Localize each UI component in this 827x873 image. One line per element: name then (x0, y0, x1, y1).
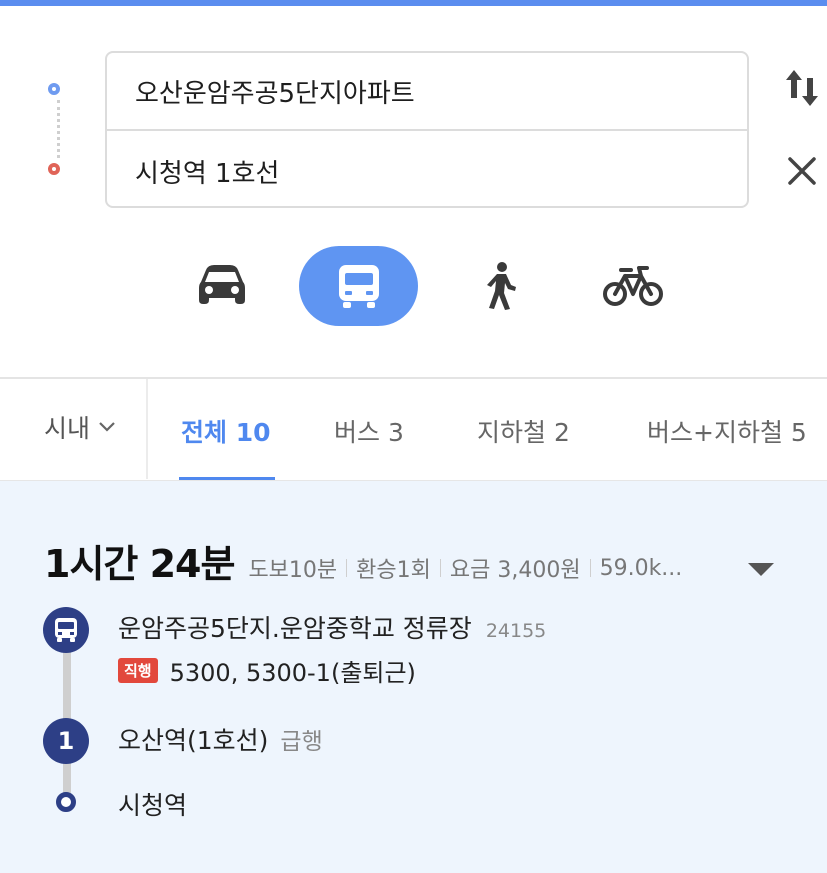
clear-button[interactable] (786, 155, 818, 187)
bus-stop-id: 24155 (485, 620, 547, 642)
top-accent-bar (0, 0, 827, 6)
mode-bus-button[interactable] (299, 246, 418, 326)
origin-input[interactable]: 오산운암주공5단지아파트 (107, 53, 747, 131)
meta-divider (346, 559, 348, 577)
close-icon (788, 157, 816, 185)
tab-subway[interactable]: 지하철 2 (477, 413, 570, 449)
bus-step-icon (43, 607, 89, 653)
chevron-down-icon (99, 422, 115, 432)
swap-button[interactable] (784, 66, 820, 110)
fare: 요금 3,400원 (449, 558, 581, 583)
distance: 59.0k... (599, 555, 683, 581)
route-summary: 1시간 24분 도보10분 환승1회 요금 3,400원 59.0k... (44, 533, 682, 588)
mode-walk-button[interactable] (460, 246, 540, 326)
meta-divider (589, 559, 591, 577)
bicycle-icon (603, 266, 663, 306)
route-inputs: 오산운암주공5단지아파트 시청역 1호선 (105, 51, 749, 208)
route-connector-line (57, 100, 60, 158)
train-station-name: 오산역(1호선) (118, 726, 269, 755)
route-result-card[interactable]: 1시간 24분 도보10분 환승1회 요금 3,400원 59.0k... 운암… (0, 481, 827, 873)
mode-bike-button[interactable] (590, 246, 676, 326)
bus-icon (338, 265, 379, 308)
walk-time: 도보10분 (248, 558, 338, 583)
tab-all[interactable]: 전체 10 (181, 413, 271, 449)
region-dropdown[interactable]: 시내 (44, 409, 116, 445)
bus-stop-name: 운암주공5단지.운암중학교 정류장 (118, 614, 472, 643)
train-type: 급행 (280, 729, 323, 755)
swap-arrows-icon (786, 70, 818, 106)
tabs-separator (146, 379, 148, 479)
arrival-station: 시청역 (118, 791, 188, 820)
bus-lines: 직행 5300, 5300-1(출퇴근) (118, 653, 416, 688)
route-meta: 도보10분 환승1회 요금 3,400원 59.0k... (248, 552, 682, 584)
tab-bus-subway[interactable]: 버스+지하철 5 (647, 413, 807, 449)
destination-input[interactable]: 시청역 1호선 (107, 132, 747, 210)
bus-stop: 운암주공5단지.운암중학교 정류장 24155 (118, 609, 546, 645)
origin-marker-icon (48, 83, 60, 95)
region-label: 시내 (44, 414, 91, 443)
car-icon (199, 265, 245, 304)
active-tab-indicator (179, 477, 275, 480)
expand-caret-icon[interactable] (748, 563, 774, 576)
bus-numbers: 5300, 5300-1(출퇴근) (169, 659, 416, 687)
train-station: 오산역(1호선) 급행 (118, 721, 323, 757)
destination-marker-icon (48, 163, 60, 175)
subway-line-badge: 1 (43, 718, 89, 764)
route-duration: 1시간 24분 (44, 542, 235, 586)
destination-step-icon (56, 792, 76, 812)
mode-car-button[interactable] (182, 246, 262, 326)
express-badge: 직행 (118, 658, 158, 683)
meta-divider (439, 559, 441, 577)
walk-icon (487, 262, 516, 310)
bus-icon (55, 618, 77, 642)
route-filter-tabs: 시내 전체 10 버스 3 지하철 2 버스+지하철 5 (0, 379, 827, 481)
transfer-count: 환승1회 (356, 558, 431, 583)
tab-bus[interactable]: 버스 3 (334, 413, 404, 449)
